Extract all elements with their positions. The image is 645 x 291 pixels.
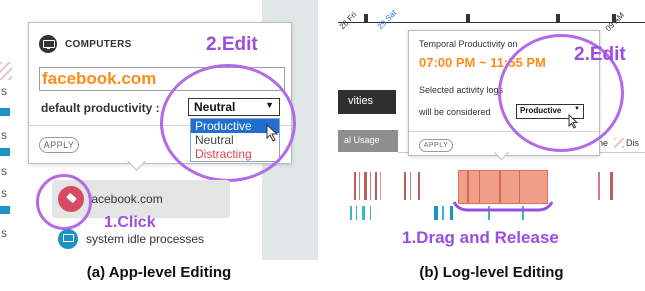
selected-log-range[interactable] <box>458 170 548 204</box>
step-drag-label: 1.Drag and Release <box>402 228 559 247</box>
panel-app-level-editing: s s s s s COMPUTERS facebook.com default… <box>0 0 318 260</box>
list-item-label: system idle processes <box>86 232 205 246</box>
axis-tick-label: 28 Fri <box>338 10 359 31</box>
step-click-label: 1.Click <box>104 214 156 231</box>
productivity-label: default productivity : <box>41 101 160 115</box>
axis-tick <box>364 14 368 23</box>
list-item-label: facebook.com <box>88 192 163 206</box>
popup-body-line2: will be considered <box>419 107 491 117</box>
caption-b: (b) Log-level Editing <box>419 264 564 281</box>
apply-button[interactable]: APPLY <box>419 139 453 152</box>
panel-log-level-editing: 28 Fri 29 Sat 09 AM vities al Usage ne D… <box>338 0 645 260</box>
stub-letter: s <box>1 226 7 240</box>
apply-button[interactable]: APPLY <box>39 137 79 153</box>
step-edit-label: 2.Edit <box>574 44 626 65</box>
app-name-value: facebook.com <box>42 69 157 88</box>
stub-letter: s <box>1 84 7 98</box>
drag-bracket <box>452 201 554 212</box>
usage-label: al Usage <box>344 135 380 145</box>
annotation-circle-click <box>36 174 92 230</box>
popup-header: COMPUTERS <box>65 39 132 50</box>
stub-letter: s <box>1 128 7 142</box>
tab-activities[interactable]: vities <box>338 90 396 114</box>
monitor-icon <box>39 35 57 53</box>
tab-label: vities <box>348 95 374 107</box>
stub-letter: s <box>1 164 7 178</box>
stub-letter: s <box>1 186 7 200</box>
popup-title: Temporal Productivity on <box>419 39 518 49</box>
teal-bar <box>0 108 10 116</box>
legend-text: Dis <box>626 138 639 148</box>
axis-tick-label: 29 Sat <box>375 8 399 31</box>
caption-a: (a) App-level Editing <box>86 264 232 281</box>
usage-header: al Usage <box>338 130 398 152</box>
teal-bar <box>0 206 10 214</box>
monitor-icon <box>58 229 78 249</box>
teal-bar <box>0 148 10 156</box>
hatch-pattern <box>0 62 12 80</box>
axis-tick <box>556 14 560 23</box>
popup-body-line1: Selected activity logs <box>419 85 504 95</box>
annotation-circle-edit <box>160 64 296 182</box>
legend-swatch <box>614 138 624 148</box>
step-edit-label: 2.Edit <box>206 34 258 55</box>
axis-tick <box>466 14 470 23</box>
